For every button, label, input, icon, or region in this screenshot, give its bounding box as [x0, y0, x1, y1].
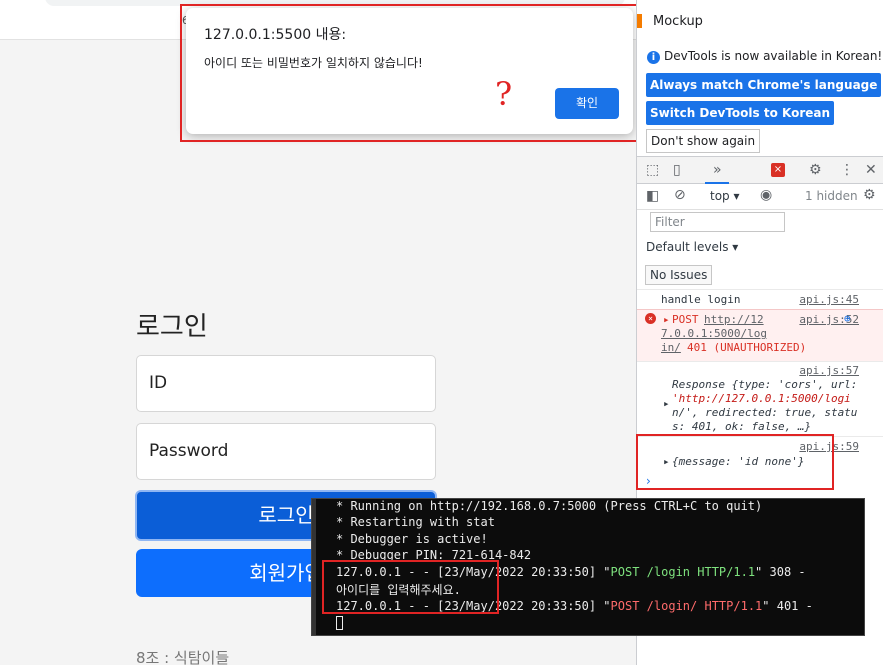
terminal-line: * Debugger is active!	[336, 532, 488, 546]
log-suffix: " 308 -	[755, 565, 806, 579]
id-input[interactable]: ID	[136, 355, 436, 412]
context-label: top	[710, 189, 730, 203]
clear-console-icon[interactable]: ⊘	[674, 187, 686, 203]
console-error-line: × ▸ POST http://12 7.0.0.1:5000/log in/ …	[637, 309, 883, 361]
console-url-line-3[interactable]: in/	[661, 341, 681, 354]
settings-gear-icon[interactable]: ⚙	[809, 162, 822, 178]
error-icon: ×	[645, 313, 656, 324]
close-icon[interactable]: ✕	[865, 162, 877, 178]
terminal-scrollbar[interactable]	[312, 499, 316, 635]
console-url-line-1[interactable]: http://12	[704, 313, 764, 326]
match-language-button[interactable]: Always match Chrome's language	[646, 73, 882, 97]
console-source-link[interactable]: api.js:45	[799, 293, 859, 306]
console-text: handle login	[661, 293, 741, 306]
live-expression-eye-icon[interactable]: ◉	[760, 187, 772, 203]
terminal-line: * Running on http://192.168.0.7:5000 (Pr…	[336, 499, 763, 513]
console-settings-gear-icon[interactable]: ⚙	[863, 187, 876, 203]
network-link-icon[interactable]: ⊕	[844, 312, 851, 325]
console-object-line-4: s: 401, ok: false, …}	[672, 420, 812, 433]
console-url-line-2[interactable]: 7.0.0.1:5000/log	[661, 327, 767, 340]
annotation-box-terminal	[322, 560, 499, 614]
context-selector[interactable]: top ▾	[710, 189, 740, 203]
terminal-cursor	[336, 615, 343, 630]
mockup-icon	[637, 14, 642, 28]
console-object-line: api.js:57 ▸ Response {type: 'cors', url:…	[637, 361, 883, 435]
info-text: DevTools is now available in Korean!	[664, 49, 883, 63]
terminal-line: * Restarting with stat	[336, 515, 495, 529]
annotation-question-mark: ?	[495, 75, 513, 113]
footer-text: 8조 : 식탐이들	[136, 649, 230, 665]
dont-show-button[interactable]: Don't show again	[646, 129, 761, 153]
default-levels-dropdown[interactable]: Default levels ▾	[646, 240, 738, 254]
password-input[interactable]: Password	[136, 423, 436, 480]
console-object-line-3: n/', redirected: true, statu	[672, 406, 858, 419]
console-status: 401 (UNAUTHORIZED)	[687, 341, 807, 354]
log-request: POST /login HTTP/1.1	[610, 565, 756, 579]
error-count-icon[interactable]: ×	[771, 163, 785, 177]
annotation-box-alert	[180, 4, 640, 142]
terminal-cursor-line[interactable]	[336, 615, 343, 630]
page-title: 로그인	[136, 312, 208, 342]
language-infobar: i DevTools is now available in Korean!	[647, 49, 882, 64]
more-tabs-icon[interactable]: »	[713, 162, 722, 178]
log-suffix: " 401 -	[762, 599, 813, 613]
console-method: POST	[672, 313, 699, 326]
hidden-count: 1 hidden	[805, 189, 858, 203]
no-issues-button[interactable]: No Issues	[645, 265, 713, 285]
devtools-toolbar: ⬚ ▯ » × ⚙ ⋮ ✕	[637, 156, 883, 184]
sidebar-toggle-icon[interactable]: ◧	[646, 188, 659, 204]
console-object-line-2: 'http://127.0.0.1:5000/logi	[672, 392, 851, 405]
console-log-line: handle login api.js:45	[637, 289, 883, 309]
expand-triangle-icon[interactable]: ▸	[663, 397, 670, 410]
device-toolbar-icon[interactable]: ▯	[673, 162, 681, 178]
switch-korean-button[interactable]: Switch DevTools to Korean	[646, 101, 835, 125]
console-source-link[interactable]: api.js:57	[799, 364, 859, 377]
log-request: POST /login/ HTTP/1.1	[610, 599, 763, 613]
filter-input[interactable]: Filter	[650, 212, 785, 232]
info-icon: i	[647, 51, 660, 64]
inspect-icon[interactable]: ⬚	[646, 162, 659, 178]
annotation-box-console	[636, 434, 834, 490]
console-object-line-1: Response {type: 'cors', url:	[672, 378, 858, 391]
console-toolbar: ◧ ⊘ top ▾ ◉ 1 hidden ⚙	[637, 184, 883, 210]
expand-triangle-icon[interactable]: ▸	[663, 313, 670, 326]
device-label: Mockup	[653, 14, 703, 29]
kebab-menu-icon[interactable]: ⋮	[840, 162, 854, 178]
